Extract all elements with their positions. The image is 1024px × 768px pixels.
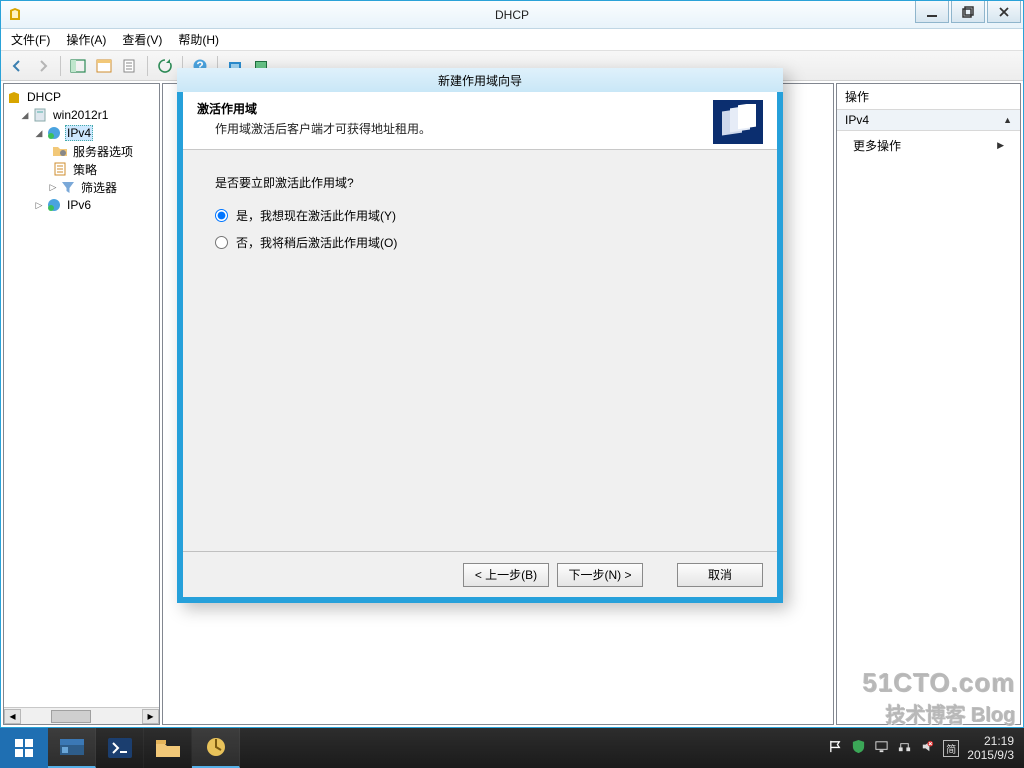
scroll-right-button[interactable]: ▸: [142, 709, 159, 724]
tray-ime-icon[interactable]: 简: [943, 740, 959, 757]
wizard-title-text: 新建作用域向导: [438, 72, 522, 89]
wizard-header: 激活作用域 作用域激活后客户端才可获得地址租用。: [183, 92, 777, 150]
dhcp-app-icon: [7, 6, 23, 22]
tree-horizontal-scrollbar[interactable]: ◂ ▸: [4, 707, 159, 724]
actions-header: 操作: [837, 84, 1020, 110]
tray-shield-icon[interactable]: [851, 739, 866, 757]
back-button[interactable]: < 上一步(B): [463, 563, 549, 587]
tree-server-options[interactable]: 服务器选项: [6, 142, 157, 160]
task-powershell[interactable]: [96, 728, 144, 768]
actions-panel: 操作 IPv4 ▲ 更多操作 ▶: [836, 83, 1021, 725]
export-button[interactable]: [118, 54, 142, 78]
wizard-subheading: 作用域激活后客户端才可获得地址租用。: [197, 120, 713, 137]
tray-volume-icon[interactable]: [920, 739, 935, 757]
scroll-left-button[interactable]: ◂: [4, 709, 21, 724]
new-scope-wizard: 新建作用域向导 激活作用域 作用域激活后客户端才可获得地址租用。 是否要立即激活…: [177, 68, 783, 603]
show-hide-tree-button[interactable]: [66, 54, 90, 78]
tree-filter[interactable]: ▷ 筛选器: [6, 178, 157, 196]
tray-clock[interactable]: 21:19 2015/9/3: [967, 734, 1014, 762]
window-title: DHCP: [495, 8, 529, 22]
taskbar: 简 21:19 2015/9/3: [0, 728, 1024, 768]
tree-ipv4[interactable]: ◢ IPv4: [6, 124, 157, 142]
collapse-icon[interactable]: ◢: [18, 110, 32, 121]
menu-file[interactable]: 文件(F): [5, 29, 56, 50]
radio-activate-now-label: 是，我想现在激活此作用域(Y): [236, 207, 396, 224]
menu-action[interactable]: 操作(A): [60, 29, 112, 50]
server-icon: [32, 107, 48, 123]
tree-panel: DHCP ◢ win2012r1 ◢ IPv4 服务器选项: [3, 83, 160, 725]
menubar: 文件(F) 操作(A) 查看(V) 帮助(H): [1, 29, 1023, 51]
system-tray: 简 21:19 2015/9/3: [818, 734, 1024, 762]
wizard-titlebar[interactable]: 新建作用域向导: [177, 68, 783, 92]
ipv6-icon: [46, 197, 62, 213]
ipv4-icon: [46, 125, 62, 141]
radio-activate-later[interactable]: 否，我将稍后激活此作用域(O): [215, 234, 745, 251]
wizard-question: 是否要立即激活此作用域?: [215, 174, 745, 191]
dhcp-icon: [6, 89, 22, 105]
refresh-button[interactable]: [153, 54, 177, 78]
actions-band-ipv4[interactable]: IPv4 ▲: [837, 110, 1020, 131]
radio-activate-now-input[interactable]: [215, 209, 228, 222]
tree-ipv6[interactable]: ▷ IPv6: [6, 196, 157, 214]
wizard-body: 是否要立即激活此作用域? 是，我想现在激活此作用域(Y) 否，我将稍后激活此作用…: [183, 150, 777, 551]
start-button[interactable]: [0, 728, 48, 768]
wizard-header-icon: [713, 100, 763, 144]
close-button[interactable]: [987, 1, 1021, 23]
radio-activate-later-input[interactable]: [215, 236, 228, 249]
scroll-track[interactable]: [21, 709, 142, 724]
expand-icon[interactable]: ▷: [32, 200, 46, 211]
actions-band-label: IPv4: [845, 113, 869, 127]
tray-network-icon[interactable]: [897, 739, 912, 757]
titlebar: DHCP: [1, 1, 1023, 29]
collapse-icon[interactable]: ◢: [32, 128, 46, 139]
radio-activate-later-label: 否，我将稍后激活此作用域(O): [236, 234, 397, 251]
task-explorer[interactable]: [144, 728, 192, 768]
properties-button[interactable]: [92, 54, 116, 78]
minimize-button[interactable]: [915, 1, 949, 23]
tray-time: 21:19: [967, 734, 1014, 748]
next-button[interactable]: 下一步(N) >: [557, 563, 643, 587]
policy-icon: [52, 161, 68, 177]
forward-button[interactable]: [31, 54, 55, 78]
restore-button[interactable]: [951, 1, 985, 23]
chevron-up-icon: ▲: [1003, 115, 1012, 125]
actions-more[interactable]: 更多操作 ▶: [837, 131, 1020, 160]
menu-view[interactable]: 查看(V): [116, 29, 168, 50]
folder-options-icon: [52, 143, 68, 159]
filter-icon: [60, 179, 76, 195]
chevron-right-icon: ▶: [997, 140, 1004, 151]
radio-activate-now[interactable]: 是，我想现在激活此作用域(Y): [215, 207, 745, 224]
task-server-manager[interactable]: [48, 728, 96, 768]
tray-devices-icon[interactable]: [874, 739, 889, 757]
tray-flag-icon[interactable]: [828, 739, 843, 757]
wizard-heading: 激活作用域: [197, 100, 713, 117]
task-dhcp[interactable]: [192, 728, 240, 768]
actions-more-label: 更多操作: [853, 137, 901, 154]
wizard-button-row: < 上一步(B) 下一步(N) > 取消: [183, 551, 777, 597]
expand-icon[interactable]: ▷: [46, 182, 60, 193]
tray-date: 2015/9/3: [967, 748, 1014, 762]
tree-server[interactable]: ◢ win2012r1: [6, 106, 157, 124]
cancel-button[interactable]: 取消: [677, 563, 763, 587]
menu-help[interactable]: 帮助(H): [172, 29, 225, 50]
back-button[interactable]: [5, 54, 29, 78]
tree-root-dhcp[interactable]: DHCP: [6, 88, 157, 106]
tree-policy[interactable]: 策略: [6, 160, 157, 178]
scroll-thumb[interactable]: [51, 710, 91, 723]
